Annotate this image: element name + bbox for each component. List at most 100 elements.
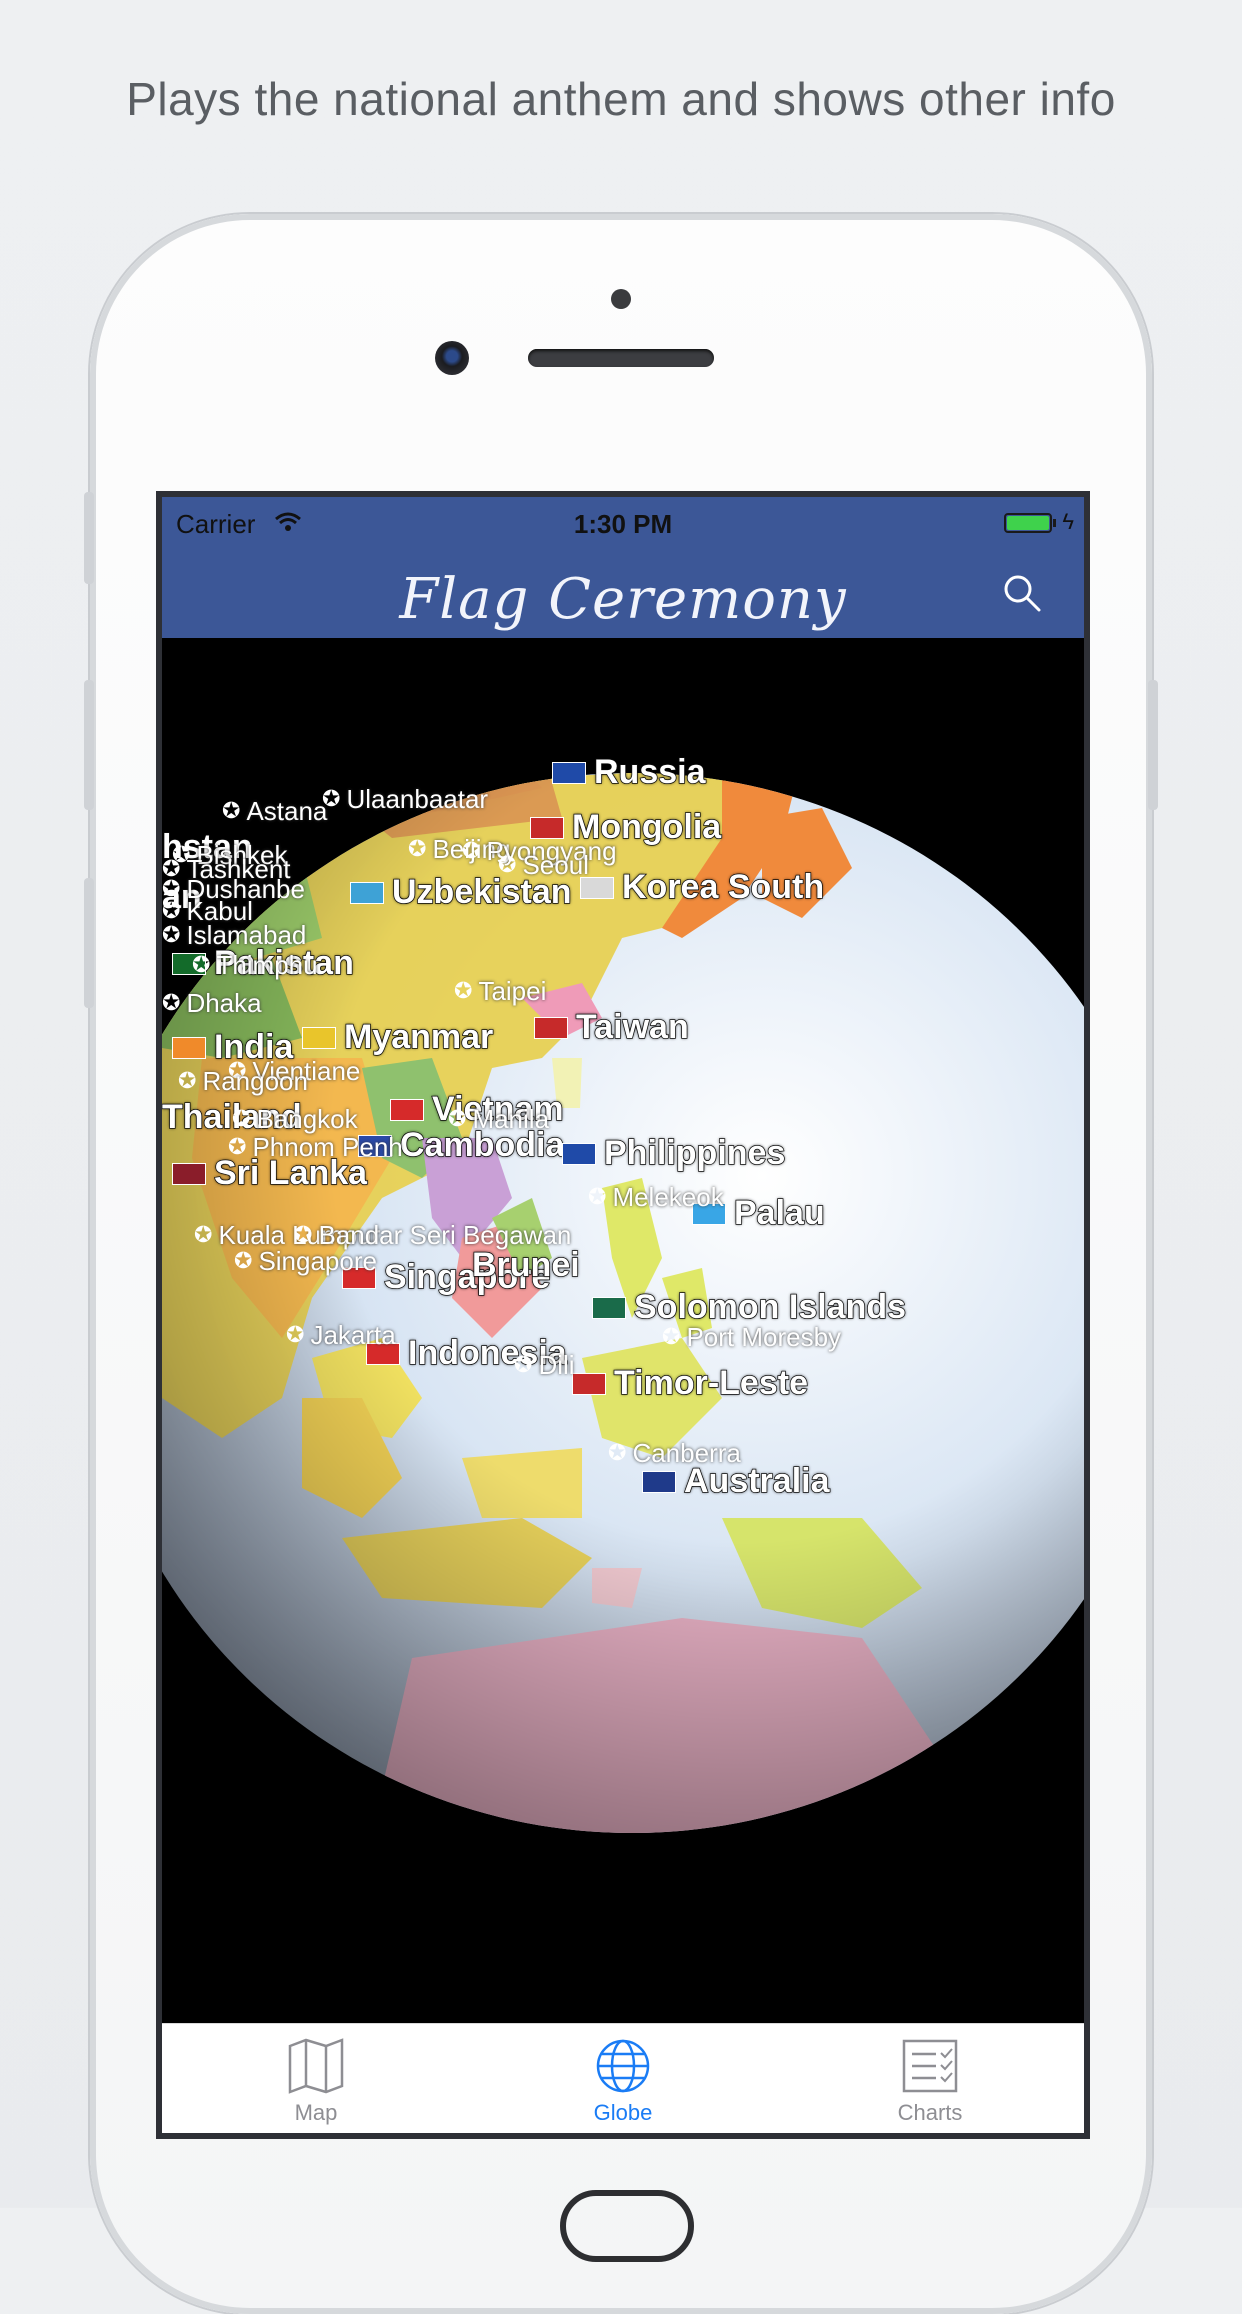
capital-label-phnom-penh[interactable]: ✪ Phnom Penh [228, 1132, 403, 1163]
flag-icon [562, 1142, 596, 1165]
capital-name: Rangoon [202, 1066, 308, 1096]
capital-label-singapore[interactable]: ✪ Singapore [234, 1246, 377, 1277]
capital-name: Port Moresby [686, 1322, 842, 1352]
capital-star-icon: ✪ [286, 1323, 305, 1348]
proximity-sensor [611, 289, 631, 309]
capital-star-icon: ✪ [588, 1185, 607, 1210]
capital-name: Thimphu [216, 950, 318, 980]
capital-label-jakarta[interactable]: ✪ Jakarta [286, 1320, 396, 1351]
flag-icon [552, 761, 586, 784]
capital-star-icon: ✪ [194, 1223, 213, 1248]
capital-name: Canberra [632, 1438, 741, 1468]
capital-star-icon: ✪ [162, 991, 181, 1016]
status-bar: Carrier 1:30 PM ϟ [162, 497, 1084, 549]
nav-bar: Flag Ceremony [162, 549, 1084, 638]
capital-name: Jakarta [310, 1320, 396, 1350]
country-label-philippines[interactable]: Philippines [562, 1133, 786, 1173]
tab-globe[interactable]: Globe [523, 2038, 723, 2126]
capital-star-icon: ✪ [234, 1249, 253, 1274]
country-name: Philippines [603, 1133, 786, 1173]
capital-name: Melekeok [612, 1182, 724, 1212]
power-button [1148, 680, 1158, 810]
capital-label-bangkok[interactable]: ✪ Bangkok [232, 1104, 358, 1135]
country-name: Palau [733, 1193, 825, 1233]
capital-name: Dhaka [186, 988, 262, 1018]
capital-star-icon: ✪ [294, 1223, 313, 1248]
tab-map[interactable]: Map [216, 2038, 416, 2126]
capital-star-icon: ✪ [462, 839, 481, 864]
flag-icon [534, 1016, 568, 1039]
capital-star-icon: ✪ [408, 837, 427, 862]
capital-star-icon: ✪ [662, 1325, 681, 1350]
mute-switch [84, 492, 94, 584]
volume-up-button [84, 680, 94, 810]
capital-label-rangoon[interactable]: ✪ Rangoon [178, 1066, 308, 1097]
capital-name: Dili [538, 1350, 575, 1380]
country-label-korea-south[interactable]: Korea South [580, 867, 825, 907]
capital-name: Ulaanbaatar [346, 784, 489, 814]
country-name: Myanmar [343, 1017, 494, 1057]
earpiece-speaker [528, 349, 714, 367]
flag-icon [172, 1036, 206, 1059]
country-name: Russia [593, 752, 706, 792]
tab-charts-label: Charts [897, 2100, 963, 2125]
capital-name: Bangkok [256, 1104, 358, 1134]
home-button[interactable] [560, 2190, 694, 2262]
capital-name: Astana [246, 796, 328, 826]
capital-star-icon: ✪ [228, 1135, 247, 1160]
capital-label-astana[interactable]: ✪ Astana [222, 796, 327, 827]
capital-label-dili[interactable]: ✪ Dili [514, 1350, 575, 1381]
country-label-taiwan[interactable]: Taiwan [534, 1007, 689, 1047]
flag-icon [572, 1372, 606, 1395]
charts-icon [902, 2039, 958, 2093]
map-icon [288, 2038, 344, 2094]
capital-star-icon: ✪ [178, 1069, 197, 1094]
capital-label-ulaanbaatar[interactable]: ✪ Ulaanbaatar [322, 784, 488, 815]
country-label-myanmar[interactable]: Myanmar [302, 1017, 494, 1057]
capital-name: Manila [472, 1104, 550, 1134]
capital-star-icon: ✪ [322, 787, 341, 812]
status-time: 1:30 PM [573, 509, 673, 539]
app-logo: Flag Ceremony [399, 567, 847, 632]
flag-icon [390, 1098, 424, 1121]
tab-globe-label: Globe [593, 2100, 653, 2125]
capital-name: Singapore [258, 1246, 377, 1276]
capital-label-dhaka[interactable]: ✪ Dhaka [162, 988, 262, 1019]
country-name: Brunei [471, 1245, 580, 1285]
flag-icon [350, 881, 384, 904]
capital-star-icon: ✪ [232, 1107, 251, 1132]
capital-label-islamabad[interactable]: ✪ Islamabad [162, 920, 306, 951]
globe-view[interactable]: Russia Mongolia Uzbekistan Pakistan India Mya… [162, 638, 1084, 2023]
tab-map-label: Map [294, 2100, 338, 2125]
charging-icon: ϟ [1062, 509, 1074, 534]
capital-label-melekeok[interactable]: ✪ Melekeok [588, 1182, 724, 1213]
flag-icon [592, 1296, 626, 1319]
country-name: Taiwan [575, 1007, 689, 1047]
capital-star-icon: ✪ [162, 923, 181, 948]
capital-label-canberra[interactable]: ✪ Canberra [608, 1438, 741, 1469]
flag-icon [642, 1470, 676, 1493]
capital-star-icon: ✪ [448, 1107, 467, 1132]
country-label-timor-leste[interactable]: Timor-Leste [572, 1363, 809, 1403]
globe-icon [596, 2039, 650, 2093]
country-label-brunei[interactable]: Brunei [471, 1245, 580, 1285]
capital-star-icon: ✪ [192, 953, 211, 978]
battery-cap [1053, 519, 1056, 527]
phone-screen: Carrier 1:30 PM ϟ Flag Ceremony Russia M… [156, 491, 1090, 2139]
country-name: Timor-Leste [613, 1363, 808, 1403]
capital-label-thimphu[interactable]: ✪ Thimphu [192, 950, 318, 981]
country-label-russia[interactable]: Russia [552, 752, 706, 792]
capital-name: Seoul [522, 850, 589, 880]
capital-star-icon: ✪ [514, 1353, 533, 1378]
capital-label-taipei[interactable]: ✪ Taipei [454, 976, 546, 1007]
country-name: Korea South [621, 867, 825, 907]
battery-icon [1004, 513, 1052, 533]
capital-label-seoul[interactable]: ✪ Seoul [498, 850, 589, 881]
tab-charts[interactable]: Charts [830, 2038, 1030, 2126]
capital-star-icon: ✪ [222, 799, 241, 824]
search-icon[interactable] [1000, 571, 1044, 615]
capital-name: Phnom Penh [252, 1132, 403, 1162]
front-camera [435, 341, 469, 375]
capital-label-port-moresby[interactable]: ✪ Port Moresby [662, 1322, 841, 1353]
capital-label-manila[interactable]: ✪ Manila [448, 1104, 549, 1135]
